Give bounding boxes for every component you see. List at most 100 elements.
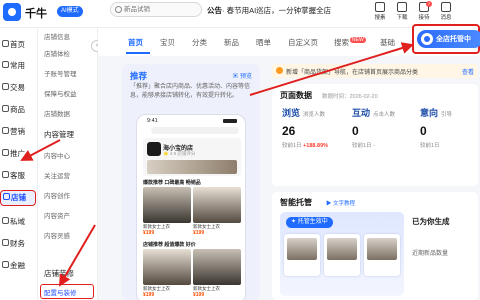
smart-title: 智能托管	[280, 198, 312, 207]
nav-item-promote[interactable]: 推广	[0, 147, 38, 161]
product-card: 新款女士上衣 ¥199	[193, 187, 241, 236]
smart-hosting-card: 智能托管 ▶ 文字教程 ✦ 托管生效中 已为你生成 近期新品数量	[272, 192, 478, 300]
toolbar-messages[interactable]: 消息	[436, 1, 456, 25]
ai-bot-icon	[421, 33, 433, 45]
download-icon	[397, 2, 407, 12]
subnav-group[interactable]: 内容管理	[44, 129, 74, 140]
nav-item-service[interactable]: 客服	[0, 169, 38, 183]
home-icon	[2, 40, 9, 47]
shop-icon	[3, 193, 10, 200]
trade-icon	[2, 83, 9, 90]
nav-label: 常用	[10, 61, 25, 70]
alert-link[interactable]: 查看	[462, 67, 474, 76]
metric-sub: 点击人数	[373, 112, 396, 118]
mini-image	[287, 238, 317, 260]
subnav-item[interactable]: 关注运营	[44, 170, 70, 180]
metric-sub: 浏览人数	[303, 112, 326, 118]
phone-preview: 9:41 海小宝的店 ⭐ 4.9 店铺评分 爆款推荐 口碑最高 畅销品 新款女士…	[136, 114, 246, 300]
toolbar-reception-label: 接待	[418, 15, 430, 21]
subnav-group[interactable]: 店铺装修	[44, 268, 74, 279]
toolbar-search-label: 搜素	[374, 15, 386, 21]
nav-label: 首页	[10, 40, 25, 49]
toolbar-search[interactable]: 搜素	[370, 1, 390, 25]
nav-item-shop[interactable]: 店铺	[0, 190, 36, 206]
nav-item-money[interactable]: 金融	[0, 259, 38, 273]
service-icon	[2, 171, 9, 178]
subnav-item[interactable]: 子账号管理	[44, 68, 77, 78]
nav-item-common[interactable]: 常用	[0, 59, 38, 73]
notice-label: 公告	[207, 6, 222, 15]
panel-title: 页面数据	[280, 91, 312, 100]
metric-delta: +188.89%	[303, 143, 329, 149]
recommend-card[interactable]: 推荐 ▣ 预览 「推荐」聚合店内商品、优惠活动、内容等信息，能够承接店铺转化，有…	[122, 64, 260, 300]
product-card: 新款女士上衣 ¥199	[143, 249, 191, 298]
notice-text: · 春节用AI巡店，一分钟掌握全店	[222, 6, 332, 15]
shop-logo	[147, 142, 161, 156]
ai-mode-toggle[interactable]: AI模式	[57, 6, 83, 17]
info-icon	[276, 67, 283, 74]
tutorial-label: 文字教程	[333, 201, 356, 207]
preview-label: 预览	[239, 74, 252, 80]
section-header: 爆款推荐 口碑最高 畅销品	[143, 180, 201, 186]
nav-label: 私域	[10, 217, 25, 226]
page-data-panel: 页面数据 数据时间：2026-02-20 浏览 浏览人数 26 较前1日 +188…	[272, 84, 478, 186]
nav-item-goods[interactable]: 商品	[0, 103, 38, 117]
metric-value: 26	[282, 124, 296, 138]
nav-item-home[interactable]: 首页	[0, 38, 38, 52]
hosting-banner[interactable]: ✦ 托管生效中	[280, 212, 404, 296]
hosting-badge-label: 托管生效中	[297, 219, 328, 225]
metric-browse: 浏览 浏览人数 26 较前1日 +188.89%	[282, 106, 342, 178]
subnav-item-config-decor[interactable]: 配置与装修	[40, 284, 94, 299]
tab-new[interactable]: 新品	[224, 37, 239, 48]
metric-compare: 较前1日	[282, 143, 302, 149]
nav-item-trade[interactable]: 交易	[0, 81, 38, 95]
hosting-button-body: 全店托管中	[417, 30, 480, 48]
tutorial-link[interactable]: ▶ 文字教程	[326, 199, 355, 207]
tab-home[interactable]: 首页	[128, 37, 143, 48]
product-image	[143, 187, 191, 223]
subnav-item[interactable]: 店铺信息	[44, 31, 70, 41]
subnav-item[interactable]: 内容灵感	[44, 230, 70, 240]
goods-icon	[2, 105, 9, 112]
shop-header: 海小宝的店 ⭐ 4.9 店铺评分	[143, 138, 241, 176]
tab-search[interactable]: 搜索 NEW	[334, 37, 366, 48]
tab-showcase[interactable]: 晒单	[256, 37, 271, 48]
subnav-item[interactable]: 内容创作	[44, 190, 70, 200]
nav-label: 店铺	[11, 193, 26, 202]
announcement[interactable]: 公告· 春节用AI巡店，一分钟掌握全店	[207, 5, 331, 16]
metric-intent: 意向 引导 0 较前1日	[420, 106, 480, 178]
global-search[interactable]	[110, 2, 202, 17]
hosting-status-badge: ✦ 托管生效中	[286, 217, 333, 228]
toolbar-download-label: 下载	[396, 15, 408, 21]
metric-compare: 较前1日	[420, 143, 440, 149]
active-tab-indicator	[126, 52, 150, 54]
money-icon	[2, 261, 9, 268]
tab-category[interactable]: 分类	[192, 37, 207, 48]
nav-item-private[interactable]: 私域	[0, 215, 38, 229]
subnav-item[interactable]: 内容中心	[44, 150, 70, 160]
toolbar-reception[interactable]: 7 接待	[414, 1, 434, 25]
shop-banner	[147, 160, 237, 174]
mini-preview	[364, 234, 400, 276]
shop-rating: ⭐ 4.9 店铺评分	[163, 151, 196, 156]
message-icon	[441, 2, 451, 12]
subnav-item[interactable]: 内容资产	[44, 210, 70, 220]
preview-link[interactable]: ▣ 预览	[232, 71, 252, 80]
tab-basic[interactable]: 基础	[380, 37, 395, 48]
subnav-item[interactable]: 店铺数据	[44, 108, 70, 118]
qianniu-logo-icon[interactable]	[3, 3, 21, 21]
subnav-item[interactable]: 保障与权益	[44, 88, 77, 98]
mini-image	[367, 238, 397, 260]
nav-item-marketing[interactable]: 营销	[0, 125, 38, 139]
top-bar: 千牛 AI模式 公告· 春节用AI巡店，一分钟掌握全店 搜素 下载 7 接待 消息	[0, 0, 480, 28]
tab-custom-page[interactable]: 自定义页	[288, 37, 318, 48]
toolbar-download[interactable]: 下载	[392, 1, 412, 25]
product-card: 新款女士上衣 ¥199	[193, 249, 241, 298]
nav-item-finance[interactable]: 财务	[0, 237, 38, 251]
tab-items[interactable]: 宝贝	[160, 37, 175, 48]
subnav-item[interactable]: 店铺体检	[44, 48, 70, 58]
product-card: 新款女士上衣 ¥199	[143, 187, 191, 236]
nav-label: 交易	[10, 83, 25, 92]
full-store-hosting-button[interactable]: 全店托管中	[412, 24, 480, 54]
search-input[interactable]	[124, 4, 200, 15]
